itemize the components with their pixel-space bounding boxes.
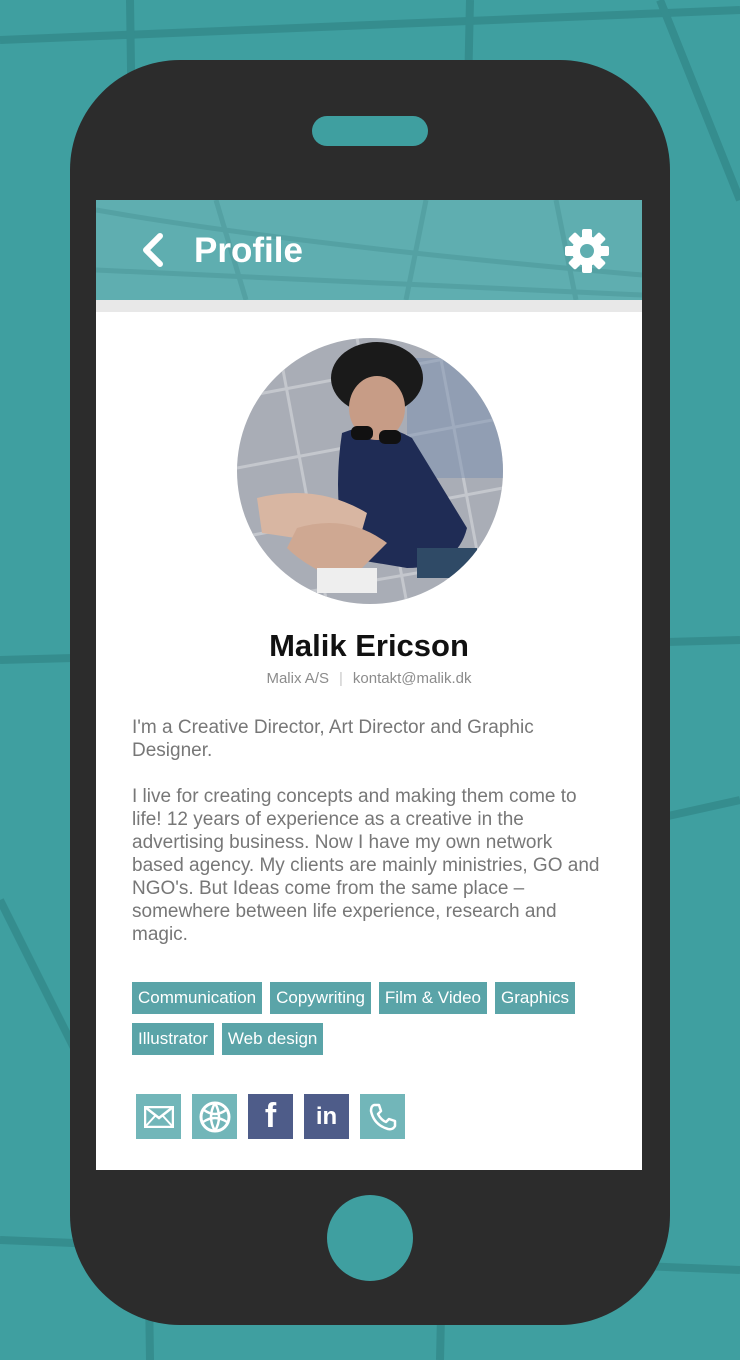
back-button[interactable] [136,230,170,270]
phone-frame: Profile Malik Ericson Malix A/S | kontak… [70,60,670,1325]
tag-communication[interactable]: Communication [132,982,263,1014]
home-button[interactable] [327,1195,413,1281]
tag-web-design[interactable]: Web design [221,1023,324,1055]
chevron-left-icon [143,233,163,267]
tag-illustrator[interactable]: Illustrator [132,1023,214,1055]
social-links: f in [136,1094,416,1139]
mail-icon [143,1105,174,1128]
tag-graphics[interactable]: Graphics [494,982,576,1014]
email-text: kontakt@malik.dk [352,670,472,687]
facebook-button[interactable]: f [248,1094,293,1139]
page-title: Profile [194,231,303,270]
company-name: Malix A/S [266,670,329,687]
profile-photo [237,338,503,604]
avatar [237,338,503,604]
bio-paragraph: I'm a Creative Director, Art Director an… [132,717,534,761]
settings-button[interactable] [564,228,610,274]
tag-copywriting[interactable]: Copywriting [270,982,371,1014]
app-header: Profile [96,200,642,300]
globe-icon [199,1101,230,1132]
phone-icon [369,1103,396,1130]
header-divider [96,300,642,312]
profile-bio: I'm a Creative Director, Art Director an… [132,716,602,969]
tag-film-video[interactable]: Film & Video [378,982,487,1014]
meta-separator: | [339,670,343,687]
linkedin-button[interactable]: in [304,1094,349,1139]
phone-speaker [312,116,428,146]
mail-button[interactable] [136,1094,181,1139]
gear-icon [565,229,609,273]
website-button[interactable] [192,1094,237,1139]
header-map-pattern [96,200,642,300]
bio-paragraph: I live for creating concepts and making … [132,786,600,945]
profile-meta: Malix A/S | kontakt@malik.dk [96,670,642,687]
facebook-icon: f [264,1097,277,1135]
profile-screen: Profile Malik Ericson Malix A/S | kontak… [96,200,642,1170]
profile-name: Malik Ericson [269,628,469,663]
skill-tags: Communication Copywriting Film & Video G… [132,982,612,1064]
linkedin-icon: in [315,1102,338,1130]
phone-button[interactable] [360,1094,405,1139]
